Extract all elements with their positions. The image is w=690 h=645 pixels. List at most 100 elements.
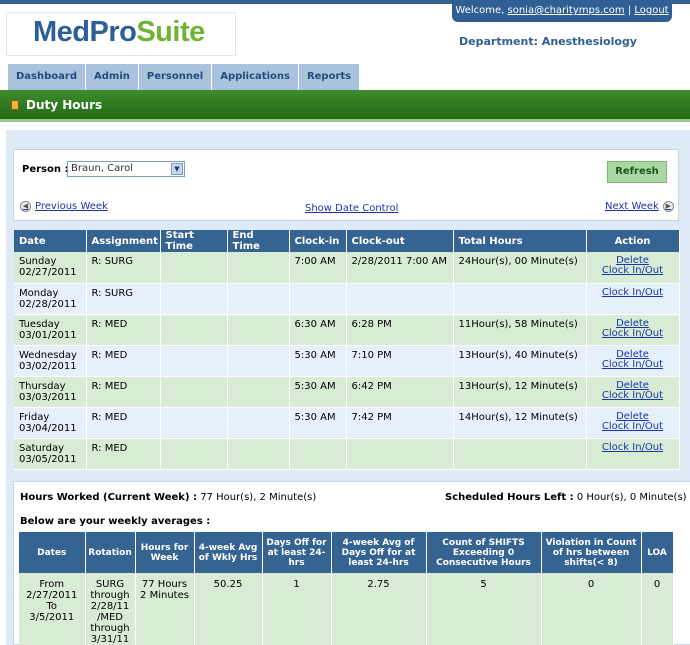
col-header-days-off: Days Off for at least 24-hrs <box>262 532 332 573</box>
clock-in-out-link[interactable]: Clock In/Out <box>592 421 674 432</box>
scheduled-hours-left: Scheduled Hours Left : 0 Hour(s), 0 Minu… <box>445 492 687 503</box>
date-cell: Saturday 03/05/2011 <box>14 438 87 470</box>
col-header-dates: Dates <box>19 532 86 573</box>
delete-link[interactable]: Delete <box>592 380 674 391</box>
arrow-left-icon[interactable]: ◀ <box>20 201 31 212</box>
col-header-rotation: Rotation <box>85 532 136 573</box>
clock-in-out-link[interactable]: Clock In/Out <box>592 287 674 298</box>
clipboard-icon <box>11 100 19 110</box>
page-title-bar: Duty Hours <box>0 90 690 122</box>
col-header-hours-for-week: Hours for Week <box>135 532 195 573</box>
assignment-cell: R: MED <box>86 314 161 346</box>
table-row: Friday 03/04/2011 R: MED 5:30 AM 7:42 PM … <box>14 407 680 439</box>
scheduled-hours-left-value: 0 Hour(s), 0 Minute(s) <box>576 492 687 503</box>
averages-title: Below are your weekly averages : <box>20 516 211 527</box>
person-select[interactable]: Braun, Carol ▼ <box>67 161 185 177</box>
col-header-total-hours: Total Hours <box>453 230 587 252</box>
start-time-cell <box>160 407 228 439</box>
hours-for-week-cell: 77 Hours 2 Minutes <box>135 573 195 645</box>
clock-in-out-link[interactable]: Clock In/Out <box>592 442 674 453</box>
total-hours-cell <box>453 438 587 470</box>
table-row: Thursday 03/03/2011 R: MED 5:30 AM 6:42 P… <box>14 376 680 408</box>
welcome-separator: | <box>627 5 632 16</box>
duty-hours-table: Date Assignment Start Time End Time Cloc… <box>14 230 680 470</box>
total-hours-cell: 13Hour(s), 40 Minute(s) <box>453 345 587 377</box>
rotation-cell: SURG through 2/28/11/MED through 3/31/11 <box>85 573 136 645</box>
clock-in-out-link[interactable]: Clock In/Out <box>592 266 674 276</box>
date-cell: Sunday 02/27/2011 <box>14 252 87 284</box>
start-time-cell <box>160 345 228 377</box>
main-nav: Dashboard Admin Personnel Applications R… <box>8 64 361 90</box>
date-cell: Monday 02/28/2011 <box>14 283 87 315</box>
dates-cell: From 2/27/2011 To 3/5/2011 <box>19 573 86 645</box>
chevron-down-icon[interactable]: ▼ <box>171 163 183 175</box>
avg-wkly-hrs-cell: 50.25 <box>194 573 263 645</box>
previous-week-link[interactable]: ◀ Previous Week <box>20 201 108 212</box>
nav-tab-reports[interactable]: Reports <box>298 64 361 90</box>
nav-tab-applications[interactable]: Applications <box>212 64 299 90</box>
department-label: Department: Anesthesiology <box>459 35 637 48</box>
date-cell: Wednesday 03/02/2011 <box>14 345 87 377</box>
arrow-right-icon[interactable]: ▶ <box>662 201 674 212</box>
show-date-control-link[interactable]: Show Date Control <box>305 203 398 214</box>
delete-link[interactable]: Delete <box>592 349 674 360</box>
clock-out-cell: 7:10 PM <box>346 345 454 377</box>
filter-panel: Person : Braun, Carol ▼ Refresh ◀ Previo… <box>13 149 679 221</box>
delete-link[interactable]: Delete <box>592 318 674 329</box>
col-header-violation: Violation in Count of hrs between shifts… <box>541 532 642 573</box>
col-header-clock-out: Clock-out <box>346 230 454 252</box>
end-time-cell <box>227 407 290 439</box>
table-row: From 2/27/2011 To 3/5/2011 SURG through 2/28/… <box>19 573 674 645</box>
col-header-action: Action <box>586 230 680 252</box>
clock-out-cell: 2/28/2011 7:00 AM <box>346 252 454 284</box>
clock-out-cell <box>346 438 454 470</box>
averages-header-row: Dates Rotation Hours for Week 4-week Avg… <box>19 532 674 573</box>
previous-week-label[interactable]: Previous Week <box>35 201 108 212</box>
total-hours-cell: 11Hour(s), 58 Minute(s) <box>453 314 587 346</box>
clock-in-cell: 7:00 AM <box>289 252 347 284</box>
end-time-cell <box>227 314 290 346</box>
clock-in-out-link[interactable]: Clock In/Out <box>592 328 674 339</box>
violation-cell: 0 <box>541 573 642 645</box>
nav-tab-admin[interactable]: Admin <box>86 64 139 90</box>
logo: MedProSuite <box>33 16 205 48</box>
person-label: Person : <box>22 164 69 175</box>
clock-in-out-link[interactable]: Clock In/Out <box>592 359 674 370</box>
page-title: Duty Hours <box>26 98 103 112</box>
nav-tab-dashboard[interactable]: Dashboard <box>8 64 86 90</box>
col-header-4wk-avg-wkly-hrs: 4-week Avg of Wkly Hrs <box>194 532 263 573</box>
nav-tab-personnel[interactable]: Personnel <box>138 64 213 90</box>
user-email-link[interactable]: sonia@charitymps.com <box>508 5 625 16</box>
logout-link[interactable]: Logout <box>634 5 668 16</box>
start-time-cell <box>160 376 228 408</box>
end-time-cell <box>227 438 290 470</box>
welcome-text: Welcome, <box>455 5 505 16</box>
date-cell: Tuesday 03/01/2011 <box>14 314 87 346</box>
clock-in-cell: 6:30 AM <box>289 314 347 346</box>
clock-in-cell <box>289 283 347 315</box>
end-time-cell <box>227 283 290 315</box>
col-header-date: Date <box>14 230 87 252</box>
start-time-cell <box>160 283 228 315</box>
col-header-end-time: End Time <box>227 230 290 252</box>
clock-in-cell: 5:30 AM <box>289 345 347 377</box>
col-header-assignment: Assignment <box>86 230 161 252</box>
col-header-start-time: Start Time <box>160 230 228 252</box>
delete-link[interactable]: Delete <box>592 411 674 422</box>
hours-worked: Hours Worked (Current Week) : 77 Hour(s)… <box>20 492 317 503</box>
clock-out-cell: 7:42 PM <box>346 407 454 439</box>
assignment-cell: R: MED <box>86 438 161 470</box>
table-row: Saturday 03/05/2011 R: MED Clock In/Out <box>14 438 680 470</box>
next-week-link[interactable]: Next Week ▶ <box>605 201 674 212</box>
refresh-button[interactable]: Refresh <box>607 161 667 183</box>
action-cell: Delete Clock In/Out <box>586 252 680 284</box>
hours-worked-value: 77 Hour(s), 2 Minute(s) <box>200 492 317 503</box>
avg-days-off-cell: 2.75 <box>331 573 427 645</box>
table-row: Tuesday 03/01/2011 R: MED 6:30 AM 6:28 PM… <box>14 314 680 346</box>
total-hours-cell: 14Hour(s), 12 Minute(s) <box>453 407 587 439</box>
clock-out-cell: 6:28 PM <box>346 314 454 346</box>
next-week-label[interactable]: Next Week <box>605 201 659 212</box>
welcome-bar: Welcome, sonia@charitymps.com | Logout <box>452 0 672 22</box>
clock-in-out-link[interactable]: Clock In/Out <box>592 390 674 401</box>
days-off-cell: 1 <box>262 573 332 645</box>
